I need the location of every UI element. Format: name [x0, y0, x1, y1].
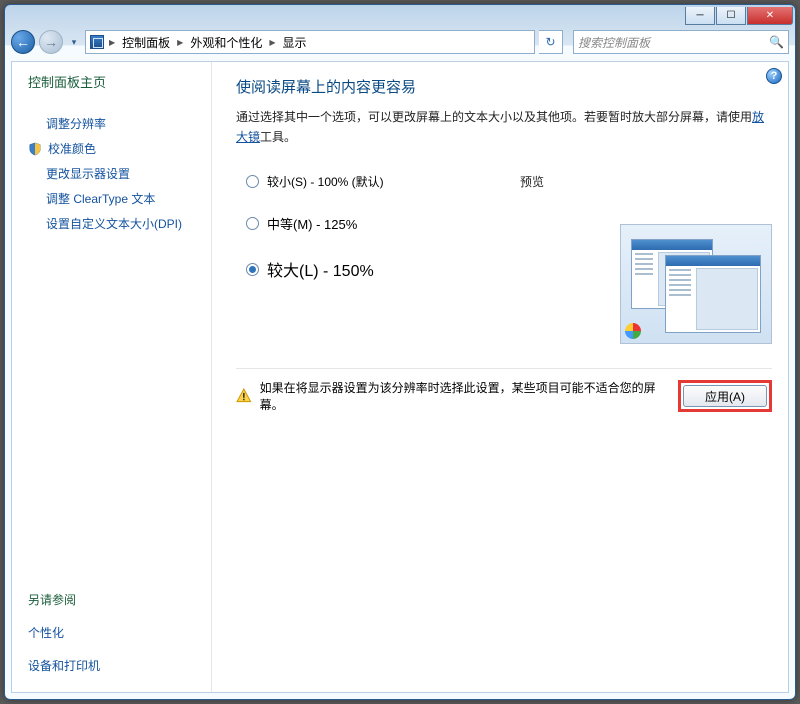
help-icon[interactable]: ?: [766, 68, 782, 84]
sidebar-item-resolution[interactable]: 调整分辨率: [28, 115, 201, 132]
page-title: 使阅读屏幕上的内容更容易: [236, 76, 772, 97]
minimize-button[interactable]: ─: [685, 7, 715, 25]
chevron-right-icon: ▶: [106, 38, 118, 47]
chevron-right-icon: ▶: [174, 38, 186, 47]
apply-button[interactable]: 应用(A): [683, 385, 767, 407]
see-also-personalization[interactable]: 个性化: [28, 624, 201, 641]
radio-option-smaller[interactable]: 较小(S) - 100% (默认): [246, 173, 486, 190]
radio-label: 较小(S) - 100% (默认): [267, 173, 384, 190]
radio-label: 中等(M) - 125%: [267, 214, 357, 233]
radio-icon: [246, 217, 259, 230]
breadcrumb-segment[interactable]: 显示: [281, 32, 309, 53]
nav-forward-button[interactable]: →: [39, 30, 63, 54]
sidebar-item-custom-dpi[interactable]: 设置自定义文本大小(DPI): [28, 215, 201, 232]
radio-option-larger[interactable]: 较大(L) - 150%: [246, 257, 486, 281]
preview-column: 预览: [514, 173, 772, 344]
see-also-devices-printers[interactable]: 设备和打印机: [28, 657, 201, 674]
sidebar-item-label: 调整分辨率: [46, 115, 106, 132]
search-icon: 🔍: [769, 35, 784, 49]
sidebar-item-label: 校准颜色: [48, 140, 96, 157]
sidebar-links: 调整分辨率 校准颜色 更改显示器设置 调整 ClearType 文本: [28, 107, 201, 240]
desc-text: 工具。: [260, 130, 296, 144]
radio-option-medium[interactable]: 中等(M) - 125%: [246, 214, 486, 233]
sidebar-item-cleartype[interactable]: 调整 ClearType 文本: [28, 190, 201, 207]
radio-icon-selected: [246, 263, 259, 276]
breadcrumb[interactable]: ▶ 控制面板 ▶ 外观和个性化 ▶ 显示: [85, 30, 535, 54]
see-also-heading: 另请参阅: [28, 591, 201, 608]
titlebar: ─ ☐ ✕: [5, 5, 795, 27]
sidebar-item-calibrate-color[interactable]: 校准颜色: [28, 140, 201, 157]
sidebar-item-label: 调整 ClearType 文本: [46, 190, 155, 207]
window-frame: ─ ☐ ✕ ← → ▾ ▶ 控制面板 ▶ 外观和个性化 ▶ 显示 ↻ 搜索控制面…: [4, 4, 796, 700]
warning-icon: [236, 388, 252, 404]
refresh-button[interactable]: ↻: [539, 30, 563, 54]
radio-icon: [246, 175, 259, 188]
sidebar-item-label: 更改显示器设置: [46, 165, 130, 182]
preview-label: 预览: [520, 173, 772, 190]
radio-label: 较大(L) - 150%: [267, 257, 374, 281]
warning-text: 如果在将显示器设置为该分辨率时选择此设置，某些项目可能不适合您的屏幕。: [260, 379, 670, 413]
address-bar: ← → ▾ ▶ 控制面板 ▶ 外观和个性化 ▶ 显示 ↻ 搜索控制面板 🔍: [5, 27, 795, 57]
control-panel-home-link[interactable]: 控制面板主页: [28, 72, 201, 91]
shield-icon: [28, 142, 42, 156]
content-area: 控制面板主页 调整分辨率 校准颜色 更改显示器设置: [11, 61, 789, 693]
sidebar-item-label: 设备和打印机: [28, 657, 100, 674]
chevron-right-icon: ▶: [266, 38, 278, 47]
search-input[interactable]: 搜索控制面板 🔍: [573, 30, 789, 54]
warning-bar: 如果在将显示器设置为该分辨率时选择此设置，某些项目可能不适合您的屏幕。 应用(A…: [236, 368, 772, 413]
windows-logo-icon: [625, 323, 641, 339]
page-description: 通过选择其中一个选项，可以更改屏幕上的文本大小以及其他项。若要暂时放大部分屏幕，…: [236, 107, 772, 147]
breadcrumb-segment[interactable]: 外观和个性化: [188, 32, 264, 53]
control-panel-icon: [90, 35, 104, 49]
desc-text: 通过选择其中一个选项，可以更改屏幕上的文本大小以及其他项。若要暂时放大部分屏幕，…: [236, 110, 752, 124]
nav-history-dropdown[interactable]: ▾: [67, 37, 81, 48]
main-panel: ? 使阅读屏幕上的内容更容易 通过选择其中一个选项，可以更改屏幕上的文本大小以及…: [212, 62, 788, 692]
nav-back-button[interactable]: ←: [11, 30, 35, 54]
close-button[interactable]: ✕: [747, 7, 793, 25]
sidebar: 控制面板主页 调整分辨率 校准颜色 更改显示器设置: [12, 62, 212, 692]
sidebar-item-label: 个性化: [28, 624, 64, 641]
preview-image: [620, 224, 772, 344]
radio-group-size: 较小(S) - 100% (默认) 中等(M) - 125% 较大(L) - 1…: [246, 173, 486, 344]
maximize-button[interactable]: ☐: [716, 7, 746, 25]
search-placeholder: 搜索控制面板: [578, 34, 650, 51]
sidebar-item-display-settings[interactable]: 更改显示器设置: [28, 165, 201, 182]
options-area: 较小(S) - 100% (默认) 中等(M) - 125% 较大(L) - 1…: [236, 173, 772, 344]
apply-highlight: 应用(A): [678, 380, 772, 412]
sidebar-item-label: 设置自定义文本大小(DPI): [46, 215, 182, 232]
breadcrumb-segment[interactable]: 控制面板: [120, 32, 172, 53]
